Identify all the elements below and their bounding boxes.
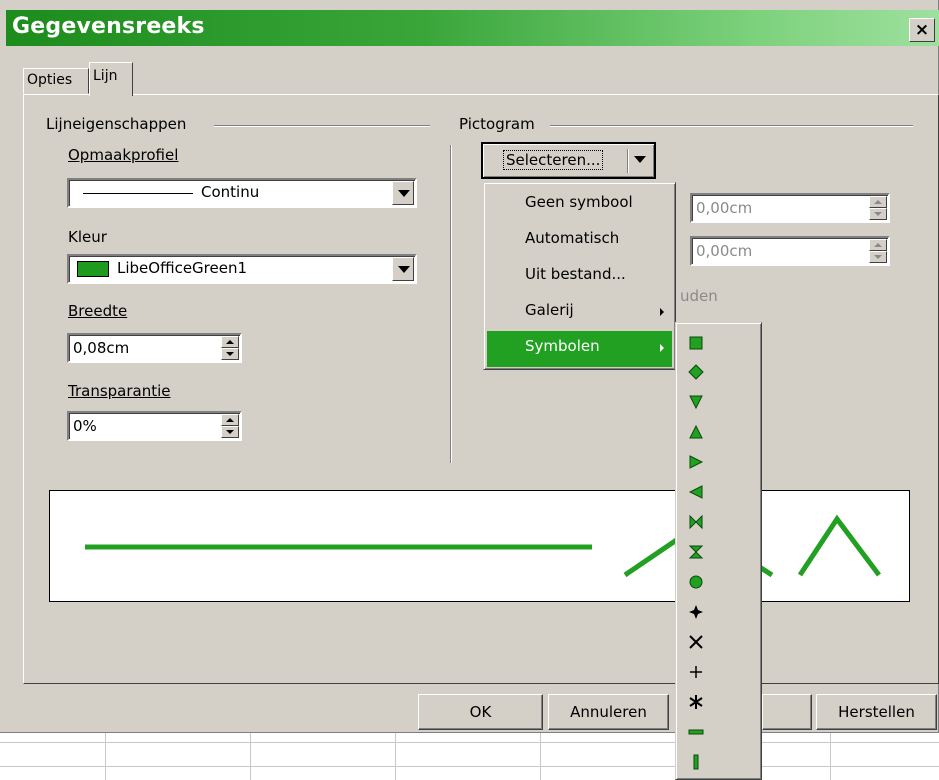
line-style-value: Continu <box>201 183 260 201</box>
group-separator <box>450 145 452 463</box>
line-width-field[interactable]: 0,08cm <box>67 333 242 363</box>
symbol-height-value: 0,00cm <box>696 242 753 260</box>
triangle-up-icon[interactable] <box>686 422 706 442</box>
menu-item-label: Galerij <box>525 301 574 319</box>
line-preview <box>49 490 910 602</box>
tab-opties[interactable]: Opties <box>23 68 89 94</box>
line-style-sample <box>83 193 193 194</box>
ok-button[interactable]: OK <box>418 694 543 730</box>
star-icon[interactable] <box>686 602 706 622</box>
chevron-right-icon <box>660 344 664 352</box>
circle-icon[interactable] <box>686 572 706 592</box>
menu-item-symbols[interactable]: Symbolen <box>487 331 672 367</box>
spreadsheet-grid <box>0 730 939 780</box>
asterisk-icon[interactable] <box>686 692 706 712</box>
transparency-value: 0% <box>73 417 97 435</box>
dialog-title: Gegevensreeks <box>12 14 205 39</box>
close-button[interactable]: × <box>909 18 935 42</box>
symbol-height-field[interactable]: 0,00cm <box>690 236 890 266</box>
select-symbol-menu: Geen symbool Automatisch Uit bestand... … <box>483 182 676 370</box>
triangle-right-icon[interactable] <box>686 452 706 472</box>
width-label: Breedte <box>68 302 128 320</box>
menu-item-label: Uit bestand... <box>525 265 626 283</box>
line-color-value: LibeOfficeGreen1 <box>117 259 248 277</box>
spin-up-icon[interactable] <box>869 196 887 208</box>
bowtie-icon[interactable] <box>686 512 706 532</box>
color-swatch <box>77 261 109 277</box>
reset-button[interactable]: Herstellen <box>816 694 937 730</box>
menu-item-from-file[interactable]: Uit bestand... <box>487 259 672 295</box>
spin-down-icon[interactable] <box>221 426 239 438</box>
symbol-width-value: 0,00cm <box>696 199 753 217</box>
spin-up-icon[interactable] <box>221 336 239 348</box>
symbols-submenu <box>675 322 762 780</box>
tab-label: Lijn <box>93 68 118 84</box>
help-button[interactable] <box>762 694 812 730</box>
style-label: Opmaakprofiel <box>68 146 179 164</box>
triangle-left-icon[interactable] <box>686 482 706 502</box>
cancel-button[interactable]: Annuleren <box>548 694 669 730</box>
line-width-stepper[interactable] <box>221 336 239 360</box>
transparency-stepper[interactable] <box>221 414 239 438</box>
x-cross-icon[interactable] <box>686 632 706 652</box>
keep-ratio-checkbox-label[interactable]: uden <box>680 287 718 305</box>
diamond-icon[interactable] <box>686 362 706 382</box>
reset-label: Herstellen <box>838 703 915 721</box>
chevron-down-icon[interactable] <box>392 257 414 281</box>
symbol-width-stepper[interactable] <box>869 196 887 220</box>
color-label: Kleur <box>68 228 107 246</box>
button-separator <box>627 149 629 173</box>
transparency-label: Transparantie <box>68 382 171 400</box>
plus-icon[interactable] <box>686 662 706 682</box>
menu-item-label: Automatisch <box>525 229 620 247</box>
group-divider <box>214 125 430 127</box>
chevron-down-icon <box>634 156 646 163</box>
group-label-line-properties: Lijneigenschappen <box>46 115 191 133</box>
menu-item-gallery[interactable]: Galerij <box>487 295 672 331</box>
group-label-icon: Pictogram <box>459 115 539 133</box>
preview-svg <box>85 514 881 578</box>
spin-down-icon[interactable] <box>869 251 887 263</box>
line-color-dropdown[interactable]: LibeOfficeGreen1 <box>67 254 417 284</box>
ok-label: OK <box>469 703 492 721</box>
close-icon: × <box>914 20 930 40</box>
chevron-down-icon[interactable] <box>392 181 414 205</box>
horizontal-bar-icon[interactable] <box>686 722 706 742</box>
hourglass-icon[interactable] <box>686 542 706 562</box>
square-icon[interactable] <box>686 333 706 353</box>
spin-down-icon[interactable] <box>869 208 887 220</box>
spin-up-icon[interactable] <box>221 414 239 426</box>
symbol-height-stepper[interactable] <box>869 239 887 263</box>
menu-item-automatic[interactable]: Automatisch <box>487 223 672 259</box>
cancel-label: Annuleren <box>570 703 647 721</box>
tab-label: Opties <box>27 72 73 88</box>
spin-down-icon[interactable] <box>221 348 239 360</box>
line-style-dropdown[interactable]: Continu <box>67 178 417 208</box>
select-symbol-label: Selecteren... <box>503 150 604 170</box>
menu-item-no-symbol[interactable]: Geen symbool <box>487 187 672 223</box>
transparency-field[interactable]: 0% <box>67 411 242 441</box>
menu-item-label: Geen symbool <box>525 193 633 211</box>
preview-line-zigzag <box>623 536 680 578</box>
preview-line-zigzag <box>797 514 881 577</box>
vertical-bar-icon[interactable] <box>686 752 706 772</box>
chevron-right-icon <box>660 308 664 316</box>
title-bar[interactable]: Gegevensreeks × <box>6 10 939 46</box>
menu-item-label: Symbolen <box>525 337 600 355</box>
line-width-value: 0,08cm <box>73 339 130 357</box>
tab-lijn[interactable]: Lijn <box>89 62 133 96</box>
symbol-width-field[interactable]: 0,00cm <box>690 193 890 223</box>
spin-up-icon[interactable] <box>869 239 887 251</box>
triangle-down-icon[interactable] <box>686 392 706 412</box>
select-symbol-button[interactable]: Selecteren... <box>481 142 656 179</box>
group-divider <box>550 125 913 127</box>
data-series-dialog: Gegevensreeks × Opties Lijn Lijneigensch… <box>0 0 939 733</box>
